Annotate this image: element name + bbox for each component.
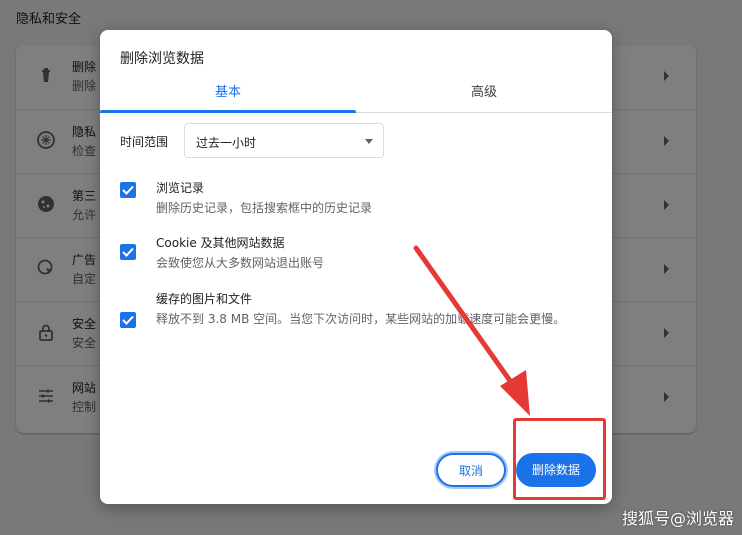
- annotation-arrow-icon: [413, 245, 530, 416]
- watermark: 搜狐号@浏览器: [621, 509, 734, 528]
- annotation-highlight-box: [513, 418, 606, 500]
